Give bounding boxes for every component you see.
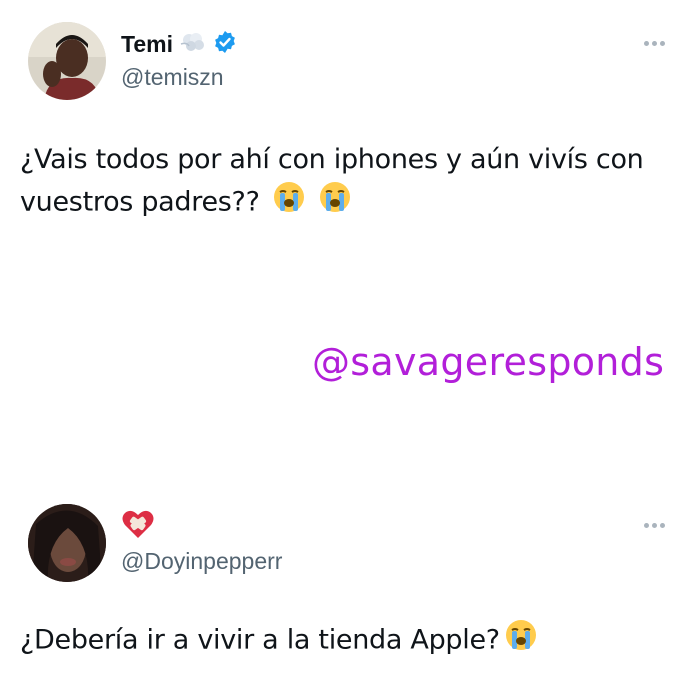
- tweet-body: ¿Debería ir a vivir a la tienda Apple?: [20, 624, 500, 656]
- more-options-icon[interactable]: [644, 40, 668, 46]
- mending-heart-icon: [121, 508, 155, 545]
- author-name-row[interactable]: Temi: [121, 30, 237, 59]
- loudly-crying-face-icon: [272, 180, 306, 226]
- tweet-text: ¿Vais todos por ahí con iphones y aún vi…: [20, 140, 680, 226]
- dash-symbol-icon: [179, 30, 207, 59]
- tweet-text: ¿Debería ir a vivir a la tienda Apple?: [20, 618, 680, 664]
- avatar[interactable]: [28, 504, 106, 582]
- watermark-text: @savageresponds: [312, 340, 665, 384]
- more-options-icon[interactable]: [644, 522, 668, 528]
- handle[interactable]: @temiszn: [121, 64, 224, 91]
- loudly-crying-face-icon: [318, 180, 352, 226]
- author-name-row[interactable]: [121, 508, 155, 545]
- tweet-card: @Doyinpepperr ¿Debería ir a vivir a la t…: [0, 490, 700, 700]
- avatar[interactable]: [28, 22, 106, 100]
- tweet-card: Temi @temiszn ¿Vais todos por ahí con ip…: [0, 0, 700, 250]
- display-name[interactable]: Temi: [121, 31, 173, 58]
- loudly-crying-face-icon: [504, 618, 538, 664]
- handle[interactable]: @Doyinpepperr: [121, 548, 282, 575]
- verified-badge-icon: [213, 30, 237, 59]
